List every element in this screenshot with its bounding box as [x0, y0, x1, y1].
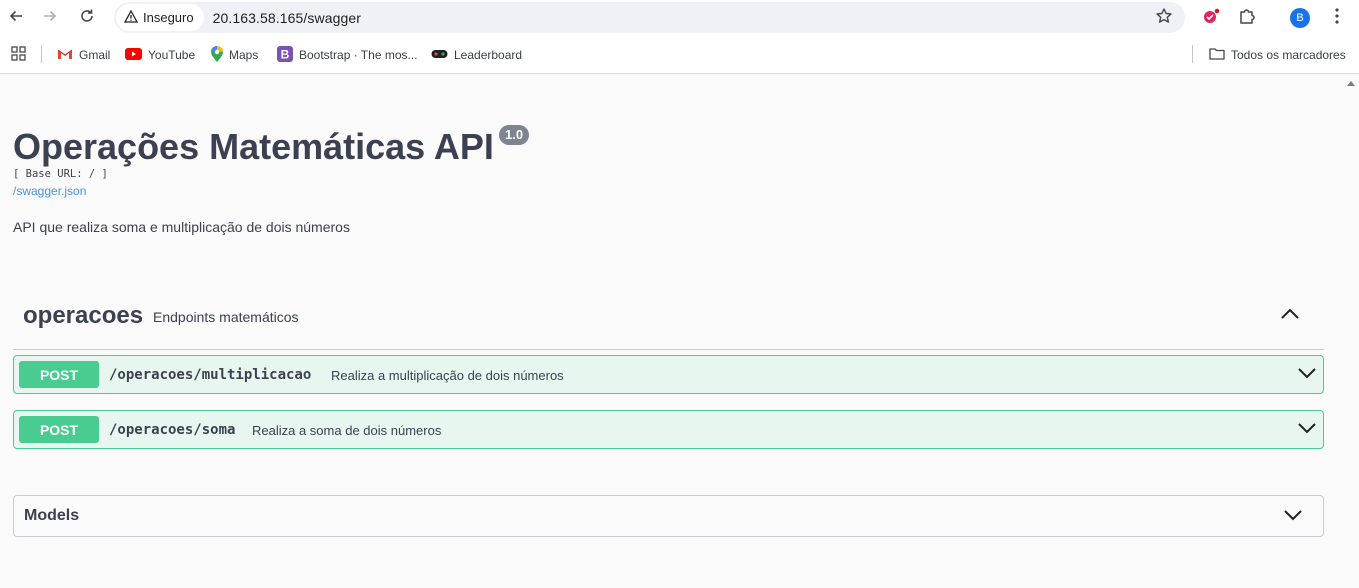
avatar: B: [1290, 8, 1310, 28]
chevron-down-icon[interactable]: [1297, 421, 1317, 440]
bookmark-label: Maps: [229, 48, 259, 62]
extensions-menu-button[interactable]: [1235, 6, 1259, 30]
bookmark-label: Bootstrap · The mos...: [299, 48, 418, 62]
bookmark-gmail[interactable]: Gmail: [57, 45, 110, 65]
address-bar[interactable]: Inseguro 20.163.58.165/swagger: [114, 2, 1185, 33]
bookmark-label: Gmail: [79, 48, 111, 62]
tag-description: Endpoints matemáticos: [153, 309, 299, 325]
all-bookmarks-label: Todos os marcadores: [1231, 48, 1346, 62]
bookmarks-bar: Gmail YouTube Maps B Bootstrap · The mos…: [0, 36, 1359, 74]
forward-arrow-icon: [42, 8, 58, 29]
warning-icon: [123, 9, 139, 26]
kebab-menu-icon: [1335, 7, 1339, 29]
gmail-icon: [57, 48, 73, 63]
extension-logo-icon: [1202, 7, 1220, 30]
models-section[interactable]: Models: [13, 495, 1324, 537]
operation-summary: Realiza a multiplicação de dois números: [331, 368, 564, 383]
tag-operacoes-header[interactable]: operacoes Endpoints matemáticos: [13, 289, 1324, 350]
all-bookmarks-button[interactable]: Todos os marcadores: [1209, 45, 1346, 65]
apps-grid-icon: [11, 46, 26, 64]
models-title: Models: [24, 507, 80, 524]
bookmark-youtube[interactable]: YouTube: [125, 45, 195, 65]
leaderboard-icon: [431, 48, 448, 62]
operation-path: /operacoes/multiplicacao: [109, 367, 312, 383]
forward-button[interactable]: [38, 6, 62, 30]
bookmark-leaderboard[interactable]: Leaderboard: [431, 45, 522, 65]
back-arrow-icon: [8, 8, 24, 29]
browser-toolbar: Inseguro 20.163.58.165/swagger B: [0, 0, 1359, 36]
operation-path: /operacoes/soma: [109, 422, 236, 438]
operation-summary: Realiza a soma de dois números: [252, 423, 442, 438]
swagger-page: Operações Matemáticas API 1.0 [ Base URL…: [0, 75, 1359, 588]
reload-icon: [79, 8, 95, 29]
base-url: [ Base URL: / ]: [13, 168, 108, 180]
folder-icon: [1209, 47, 1225, 63]
api-description: API que realiza soma e multiplicação de …: [13, 219, 350, 235]
bookmark-label: Leaderboard: [454, 48, 523, 62]
security-label: Inseguro: [143, 10, 194, 25]
bookmarks-divider: [41, 45, 42, 63]
method-badge: POST: [19, 416, 99, 443]
profile-button[interactable]: B: [1288, 6, 1312, 30]
bookmarks-divider: [1192, 45, 1193, 63]
operation-post-soma[interactable]: POST /operacoes/soma Realiza a soma de d…: [13, 410, 1324, 449]
browser-window: Inseguro 20.163.58.165/swagger B Gmail Y…: [0, 0, 1359, 588]
method-badge: POST: [19, 361, 99, 388]
url-text[interactable]: 20.163.58.165/swagger: [213, 10, 361, 26]
chevron-down-icon[interactable]: [1283, 508, 1303, 527]
tag-name: operacoes: [23, 302, 144, 329]
apps-button[interactable]: [11, 45, 26, 65]
bookmark-star-icon[interactable]: [1155, 7, 1173, 30]
puzzle-icon: [1238, 7, 1256, 30]
version-badge: 1.0: [499, 125, 530, 145]
bookmark-label: YouTube: [148, 48, 196, 62]
svg-text:B: B: [281, 47, 290, 61]
bootstrap-icon: B: [277, 45, 293, 65]
api-title: Operações Matemáticas API: [13, 126, 494, 167]
reload-button[interactable]: [75, 6, 99, 30]
security-indicator[interactable]: Inseguro: [116, 4, 204, 31]
operation-post-multiplicacao[interactable]: POST /operacoes/multiplicacao Realiza a …: [13, 355, 1324, 394]
bookmark-bootstrap[interactable]: B Bootstrap · The mos...: [277, 45, 418, 65]
back-button[interactable]: [4, 6, 28, 30]
chevron-up-icon[interactable]: [1280, 307, 1300, 325]
maps-icon: [211, 45, 223, 65]
chevron-down-icon[interactable]: [1297, 366, 1317, 385]
swagger-json-link[interactable]: /swagger.json: [13, 184, 86, 198]
browser-menu-button[interactable]: [1325, 6, 1349, 30]
extension-button[interactable]: [1199, 6, 1223, 30]
youtube-icon: [125, 47, 142, 63]
scroll-up-arrow-icon[interactable]: [1347, 81, 1355, 86]
bookmark-maps[interactable]: Maps: [211, 45, 258, 65]
